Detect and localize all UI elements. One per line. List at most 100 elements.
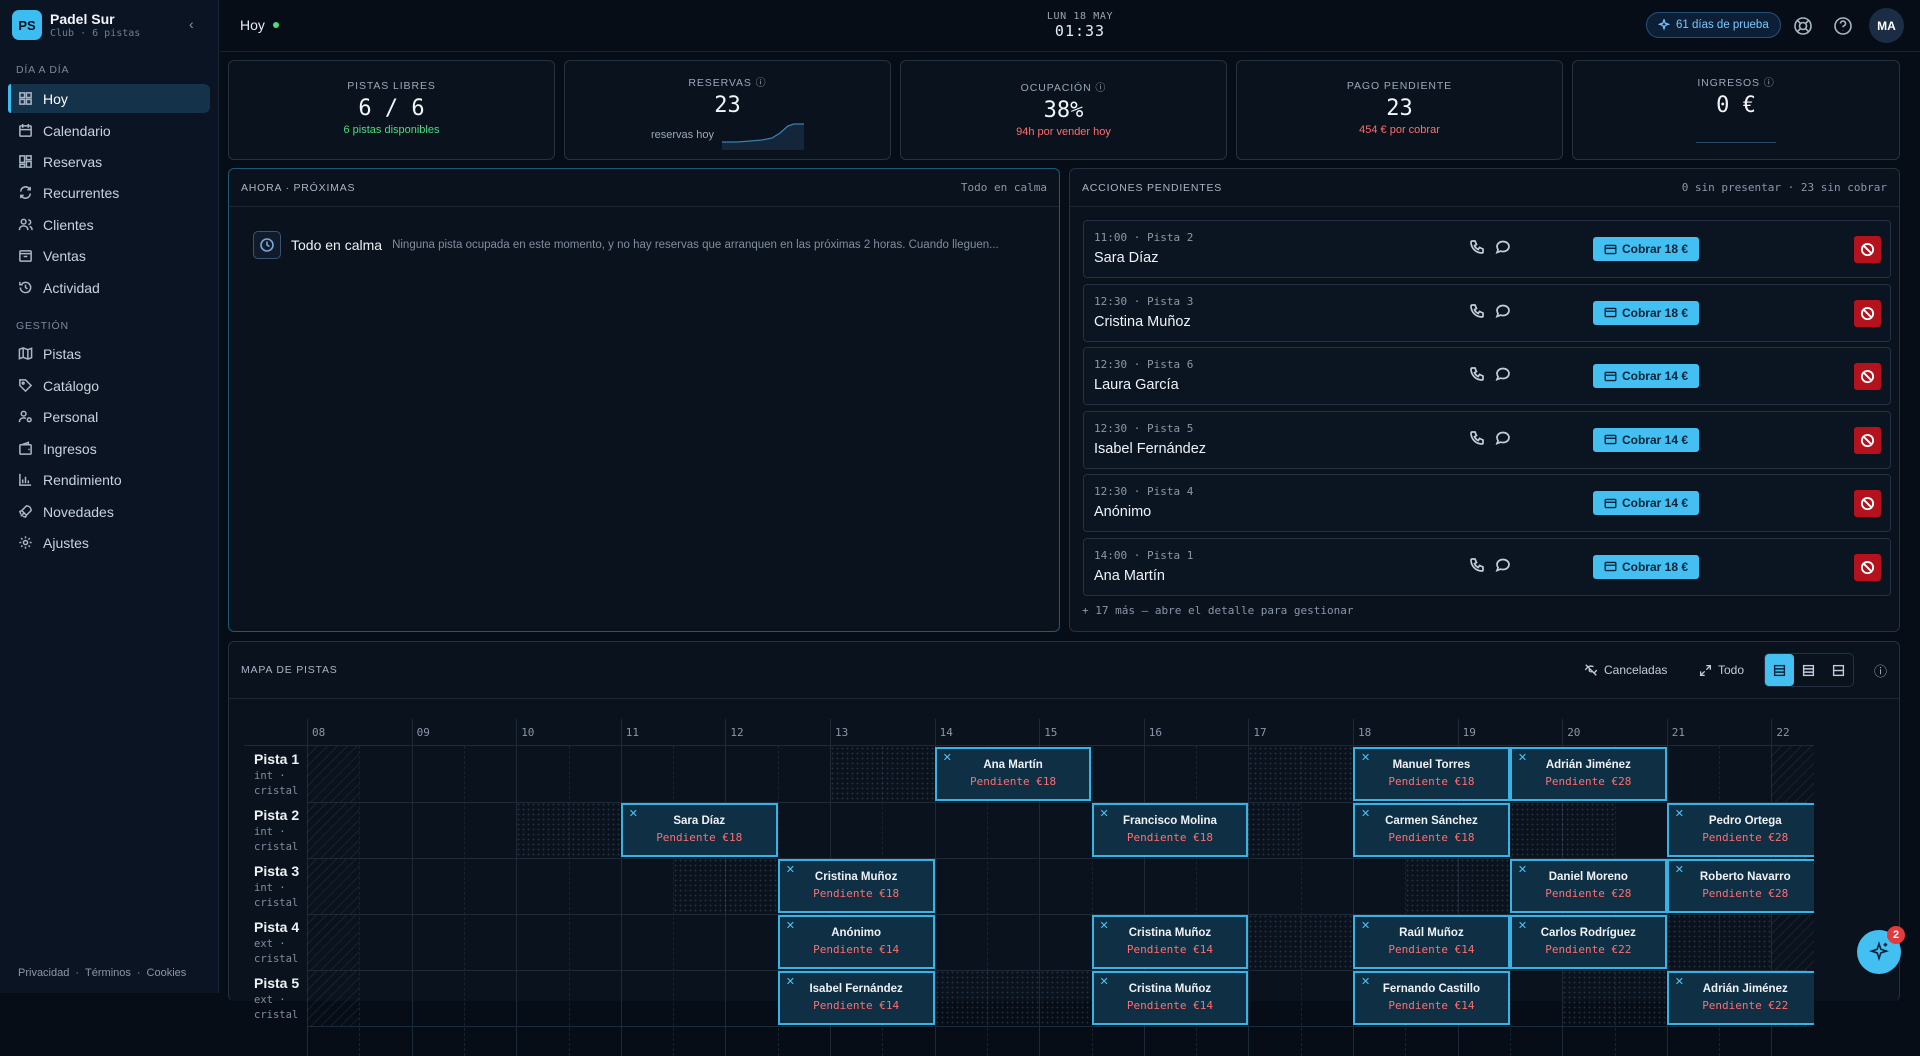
phone-icon[interactable] xyxy=(1469,239,1487,257)
sidebar-item-label: Rendimiento xyxy=(43,471,122,488)
sidebar-item-hoy[interactable]: Hoy xyxy=(8,84,210,113)
sidebar-item-calendario[interactable]: Calendario xyxy=(8,116,210,145)
court-label[interactable]: Pista 2 int · cristal xyxy=(254,807,324,855)
more-actions-link[interactable]: + 17 más — abre el detalle para gestiona… xyxy=(1082,604,1354,617)
hour-label: 18 xyxy=(1358,726,1372,739)
message-icon[interactable] xyxy=(1495,557,1513,575)
booking-block[interactable]: ✕ Raúl Muñoz Pendiente €14 xyxy=(1353,915,1510,969)
assistant-button[interactable]: 2 xyxy=(1857,926,1905,974)
court-name: Pista 5 xyxy=(254,975,300,991)
booking-block[interactable]: ✕ Adrián Jiménez Pendiente €28 xyxy=(1509,747,1667,801)
booking-block[interactable]: ✕ Manuel Torres Pendiente €18 xyxy=(1353,747,1510,801)
booking-block[interactable]: ✕ Fernando Castillo Pendiente €14 xyxy=(1353,971,1510,1025)
booking-block[interactable]: ✕ Anónimo Pendiente €14 xyxy=(777,915,935,969)
phone-icon[interactable] xyxy=(1469,366,1487,384)
sidebar-item-clientes[interactable]: Clientes xyxy=(8,210,210,239)
info-icon[interactable]: ⓘ xyxy=(1764,78,1775,89)
sidebar-item-recurrentes[interactable]: Recurrentes xyxy=(8,178,210,207)
action-card[interactable]: 12:30 · Pista 4 Anónimo Cobrar 14 € xyxy=(1083,474,1891,532)
kpi-pistas-libres[interactable]: PISTAS LIBRES 6 / 6 6 pistas disponibles xyxy=(228,60,555,160)
phone-icon[interactable] xyxy=(1469,303,1487,321)
sidebar-item-novedades[interactable]: Novedades xyxy=(8,497,210,526)
sidebar-item-reservas[interactable]: Reservas xyxy=(8,147,210,176)
avatar[interactable]: MA xyxy=(1869,8,1904,43)
sidebar-item-pistas[interactable]: Pistas xyxy=(8,339,210,368)
kpi-ocupacion[interactable]: OCUPACIÓN ⓘ 38% 94h por vender hoy xyxy=(900,60,1227,160)
booking-block[interactable]: ✕ Daniel Moreno Pendiente €28 xyxy=(1509,859,1667,913)
no-show-button[interactable] xyxy=(1854,363,1881,390)
no-show-button[interactable] xyxy=(1854,553,1881,581)
booking-block[interactable]: ✕ Sara Díaz Pendiente €18 xyxy=(620,803,778,857)
action-card[interactable]: 11:00 · Pista 2 Sara Díaz Cobrar 18 € xyxy=(1083,220,1891,278)
hour-label: 15 xyxy=(1044,726,1058,739)
phone-icon[interactable] xyxy=(1469,430,1487,448)
expand-toggle[interactable]: Todo xyxy=(1699,651,1744,689)
privacy-link[interactable]: Privacidad xyxy=(18,967,69,979)
users-icon xyxy=(18,218,33,231)
booking-block[interactable]: ✕ Carmen Sánchez Pendiente €18 xyxy=(1353,803,1510,857)
trial-badge[interactable]: 61 días de prueba xyxy=(1646,12,1781,38)
cookies-link[interactable]: Cookies xyxy=(147,967,187,979)
sidebar-item-ajustes[interactable]: Ajustes xyxy=(8,528,210,557)
sidebar-item-catalogo[interactable]: Catálogo xyxy=(8,371,210,400)
message-icon[interactable] xyxy=(1495,239,1513,257)
brand[interactable]: PS Padel Sur Club · 6 pistas xyxy=(12,10,140,40)
booking-block[interactable]: ✕ Pedro Ortega Pendiente €28 xyxy=(1666,803,1814,857)
sidebar-item-actividad[interactable]: Actividad xyxy=(8,273,210,302)
charge-button[interactable]: Cobrar 14 € xyxy=(1593,427,1699,452)
sidebar-item-personal[interactable]: Personal xyxy=(8,402,210,431)
court-label[interactable]: Pista 4 ext · cristal xyxy=(254,919,324,967)
unavailable-slot xyxy=(1248,914,1353,970)
info-icon[interactable]: ⓘ xyxy=(756,78,767,89)
booking-block[interactable]: ✕ Cristina Muñoz Pendiente €18 xyxy=(777,859,935,913)
view-rows-button[interactable] xyxy=(1794,654,1823,686)
sidebar-item-label: Calendario xyxy=(43,122,111,139)
map-info-icon[interactable]: ⓘ xyxy=(1874,661,1887,680)
action-card[interactable]: 12:30 · Pista 3 Cristina Muñoz Cobrar 18 € xyxy=(1083,283,1891,342)
court-label[interactable]: Pista 5 ext · cristal xyxy=(254,975,324,1023)
court-label[interactable]: Pista 1 int · cristal xyxy=(254,751,324,799)
action-card[interactable]: 12:30 · Pista 6 Laura García Cobrar 14 € xyxy=(1083,347,1891,405)
action-card[interactable]: 14:00 · Pista 1 Ana Martín Cobrar 18 € xyxy=(1083,537,1891,596)
booking-block[interactable]: ✕ Francisco Molina Pendiente €18 xyxy=(1091,803,1249,857)
kpi-pago-pendiente[interactable]: PAGO PENDIENTE 23 454 € por cobrar xyxy=(1236,60,1563,160)
no-show-button[interactable] xyxy=(1854,490,1881,517)
unavailable-slot xyxy=(1666,914,1772,970)
sidebar-item-ingresos[interactable]: Ingresos xyxy=(8,434,210,463)
court-label[interactable]: Pista 3 int · cristal xyxy=(254,863,324,911)
view-grid-button[interactable] xyxy=(1765,654,1795,686)
booking-block[interactable]: ✕ Carlos Rodríguez Pendiente €22 xyxy=(1509,915,1667,969)
phone-icon[interactable] xyxy=(1469,557,1487,575)
action-card[interactable]: 12:30 · Pista 5 Isabel Fernández Cobrar 14… xyxy=(1083,410,1891,469)
booking-block[interactable]: ✕ Cristina Muñoz Pendiente €14 xyxy=(1091,971,1249,1025)
no-show-button[interactable] xyxy=(1854,299,1881,327)
kpi-reservas[interactable]: RESERVAS ⓘ 23 reservas hoy xyxy=(564,60,891,160)
brand-logo: PS xyxy=(12,10,42,40)
support-icon[interactable] xyxy=(1793,16,1813,36)
message-icon[interactable] xyxy=(1495,430,1513,448)
charge-button[interactable]: Cobrar 14 € xyxy=(1593,364,1699,388)
charge-button[interactable]: Cobrar 14 € xyxy=(1593,491,1699,515)
booking-block[interactable]: ✕ Roberto Navarro Pendiente €28 xyxy=(1666,859,1814,913)
no-show-button[interactable] xyxy=(1854,426,1881,454)
kpi-ingresos[interactable]: INGRESOS ⓘ 0 € xyxy=(1572,60,1900,160)
cancelled-toggle[interactable]: Canceladas xyxy=(1584,651,1667,689)
message-icon[interactable] xyxy=(1495,366,1513,384)
charge-label: Cobrar 14 € xyxy=(1621,496,1689,510)
booking-block[interactable]: ✕ Ana Martín Pendiente €18 xyxy=(934,747,1092,801)
no-show-button[interactable] xyxy=(1854,236,1881,263)
sidebar-item-ventas[interactable]: Ventas xyxy=(8,241,210,270)
message-icon[interactable] xyxy=(1495,303,1513,321)
charge-button[interactable]: Cobrar 18 € xyxy=(1593,300,1699,325)
info-icon[interactable]: ⓘ xyxy=(1095,83,1106,94)
collapse-sidebar-icon[interactable]: ‹ xyxy=(189,16,194,32)
booking-block[interactable]: ✕ Cristina Muñoz Pendiente €14 xyxy=(1091,915,1249,969)
help-icon[interactable] xyxy=(1833,16,1853,36)
view-compact-button[interactable] xyxy=(1824,654,1853,686)
charge-button[interactable]: Cobrar 18 € xyxy=(1593,237,1699,261)
terms-link[interactable]: Términos xyxy=(85,967,131,979)
booking-block[interactable]: ✕ Isabel Fernández Pendiente €14 xyxy=(777,971,935,1025)
charge-button[interactable]: Cobrar 18 € xyxy=(1593,554,1699,579)
sidebar-item-rendimiento[interactable]: Rendimiento xyxy=(8,465,210,494)
booking-block[interactable]: ✕ Adrián Jiménez Pendiente €22 xyxy=(1666,971,1814,1025)
